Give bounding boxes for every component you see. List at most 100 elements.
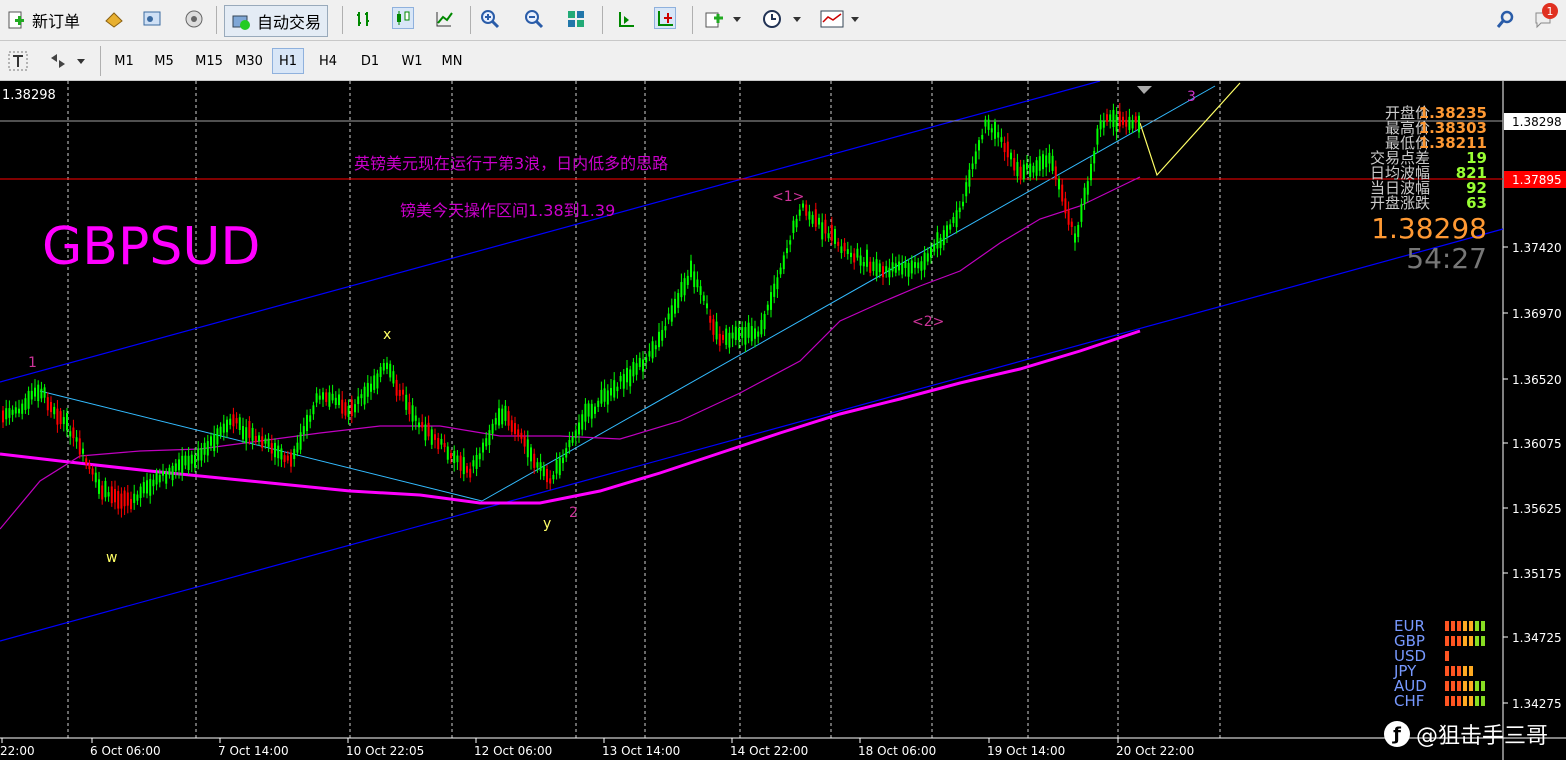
candle-body [798,209,801,216]
strength-bar [1445,681,1449,691]
zoom-out-icon[interactable] [524,9,544,29]
notifications-button[interactable]: 1 [1534,3,1558,31]
search-icon[interactable] [1496,9,1516,29]
candle-body [158,474,161,483]
arrows-tool-icon[interactable] [48,51,68,71]
navigator-icon[interactable] [184,9,204,29]
time-axis-label: 12 Oct 06:00 [474,744,552,758]
candle-body [104,480,107,498]
candle-body [235,418,238,424]
candle-body [366,382,369,397]
candle-body [386,362,388,370]
candle-body [123,490,126,507]
channel-lower-line[interactable] [0,228,1504,642]
candle-body [389,363,392,378]
candle-body [674,298,676,314]
candle-body [920,261,923,271]
candle-body [1064,198,1067,214]
candle-body [990,128,993,133]
candle-body [763,314,766,330]
candle-body [962,201,964,207]
candle-body [1077,224,1080,237]
candle-body [882,266,884,278]
strength-bar [1445,651,1449,661]
candle-body [542,466,545,477]
auto-trading-button[interactable]: 自动交易 [224,5,329,37]
timeframe-w1[interactable]: W1 [396,48,428,74]
text-tool-icon[interactable] [8,51,28,71]
chevron-down-icon[interactable] [76,56,86,66]
candle-body [1086,181,1089,195]
zoom-in-icon[interactable] [480,9,500,29]
timeframe-m30[interactable]: M30 [230,48,268,74]
candle-body [72,427,75,439]
logo-icon: ƒ [1383,721,1410,747]
chevron-down-icon[interactable] [850,14,860,24]
candle-body [466,466,468,473]
candlestick-icon[interactable] [392,7,414,29]
candle-body [18,408,20,414]
strength-bar [1475,636,1479,646]
candle-body [584,403,587,422]
candle-body [837,241,840,246]
candle-body [565,448,568,458]
candle-body [853,253,856,263]
candle-body [510,420,513,432]
candle-body [174,463,177,472]
candle-body [1090,163,1092,181]
candle-body [846,249,849,255]
timeframe-m15[interactable]: M15 [190,48,228,74]
timeframe-mn[interactable]: MN [436,48,468,74]
chart-shift-marker[interactable] [1137,86,1152,94]
time-axis-label: 6 Oct 06:00 [90,744,161,758]
candle-body [456,455,459,463]
candle-body [750,326,753,342]
chart-shift-icon[interactable] [616,9,636,29]
indicators-icon[interactable] [704,9,724,29]
candle-body [984,119,987,127]
candle-body [955,210,958,228]
wave-trendline-up[interactable] [481,85,1216,502]
candle-body [930,247,932,258]
timeframe-d1[interactable]: D1 [354,48,386,74]
bar-chart-icon[interactable] [354,9,374,29]
candle-body [187,455,190,470]
candle-body [216,428,219,445]
price-axis-label: 1.35625 [1512,502,1562,516]
candle-body [1061,184,1064,202]
timeframe-h1[interactable]: H1 [272,48,304,74]
candle-body [866,249,868,267]
new-order-icon [8,11,24,29]
timeframe-m5[interactable]: M5 [148,48,180,74]
candle-body [1058,179,1060,190]
timeframe-m1[interactable]: M1 [108,48,140,74]
line-chart-icon[interactable] [434,9,454,29]
chevron-down-icon[interactable] [732,14,742,24]
autoscroll-icon[interactable] [654,7,676,29]
candle-body [146,480,148,494]
templates-icon[interactable] [820,9,844,29]
candle-body [142,482,145,494]
moving-average-slow[interactable] [0,329,1141,505]
tile-windows-icon[interactable] [566,9,586,29]
timeframe-h4[interactable]: H4 [312,48,344,74]
candle-body [507,411,510,426]
candle-body [898,261,900,271]
price-axis-label: 1.36075 [1512,437,1562,451]
strength-bar [1481,681,1485,691]
data-window-icon[interactable] [142,9,162,29]
candle-body [210,436,212,446]
new-order-button[interactable]: 新订单 [6,8,80,32]
price-chart[interactable]: 1.38298 1.37895 1.374201.369701.365201.3… [0,81,1566,760]
candle-body [1022,164,1025,180]
candle-body [530,447,532,462]
candle-body [325,392,328,402]
candle-body [776,277,779,290]
candle-body [789,240,792,245]
chevron-down-icon[interactable] [792,14,802,24]
candle-body [443,443,446,448]
candle-body [600,389,603,404]
market-watch-icon[interactable] [104,9,124,29]
period-clock-icon[interactable] [762,9,782,29]
candle-body [933,243,936,252]
